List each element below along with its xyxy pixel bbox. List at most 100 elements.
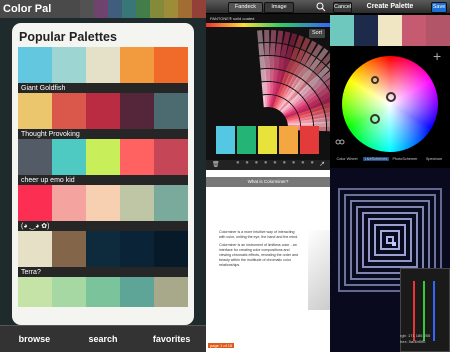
color-swatch: [154, 185, 188, 221]
stripe-segment: [178, 0, 192, 18]
palette-item[interactable]: Giant Goldfish: [18, 47, 188, 94]
stripe-segment: [164, 0, 178, 18]
palette-slot[interactable]: [378, 15, 402, 46]
palette-swatches: [18, 47, 188, 83]
doc-paragraph: Colorminer is an instrument of limitless…: [219, 243, 299, 267]
palette-slot[interactable]: [426, 15, 450, 46]
color-pal-screen: Color Pal Popular Palettes Giant Goldfis…: [0, 0, 206, 352]
stripe-segment: [80, 0, 94, 18]
color-swatch: [18, 139, 52, 175]
blue-slider[interactable]: [433, 281, 435, 341]
color-swatch: [154, 231, 188, 267]
section-title: Popular Palettes: [19, 30, 117, 44]
color-swatch: [154, 47, 188, 83]
color-swatch: [52, 93, 86, 129]
color-swatch: [86, 139, 120, 175]
color-swatch: [86, 277, 120, 307]
doc-paragraph: Colorminer is a more intuitive way of in…: [219, 230, 299, 239]
pantone-swatch[interactable]: [300, 126, 319, 154]
palette-swatches: [18, 231, 188, 267]
palette-item[interactable]: cheer up emo kid: [18, 139, 188, 186]
palette-slot[interactable]: [330, 15, 354, 46]
palette-slot[interactable]: [354, 15, 378, 46]
doc-title: What is Colorminer?: [206, 177, 330, 187]
stripe-segment: [122, 0, 136, 18]
color-swatch: [52, 47, 86, 83]
stripe-segment: [94, 0, 108, 18]
color-swatch: [120, 185, 154, 221]
color-swatch: [18, 277, 52, 307]
sort-button[interactable]: Sort: [308, 28, 326, 39]
toolbar: Cancel Create Palette Save: [330, 0, 450, 14]
color-swatch: [18, 47, 52, 83]
bottom-nav: browse search favorites: [0, 325, 206, 352]
top-stripe: [80, 0, 206, 18]
pantone-swatch[interactable]: [216, 126, 235, 154]
wheel-handle[interactable]: [371, 76, 379, 84]
wheel-handle[interactable]: [386, 92, 396, 102]
palette-row: [330, 15, 450, 46]
green-slider[interactable]: [423, 281, 425, 341]
doc-body: Colorminer is a more intuitive way of in…: [219, 230, 299, 271]
palette-slot[interactable]: [402, 15, 426, 46]
colorminer-doc: What is Colorminer? Colorminer is a more…: [206, 170, 330, 352]
create-palette-screen: Cancel Create Palette Save + Color Wheel…: [330, 0, 450, 352]
color-swatch: [120, 231, 154, 267]
live-scheme-view[interactable]: rgb: 171 186 255 hex: 5a/4bf0f0: [330, 168, 450, 352]
stripe-segment: [136, 0, 150, 18]
pantone-swatch[interactable]: [258, 126, 277, 154]
color-swatch: [154, 93, 188, 129]
color-swatch: [86, 93, 120, 129]
page-indicator: page 1 of 15: [208, 343, 235, 348]
trash-icon[interactable]: 🗑: [212, 161, 220, 168]
color-swatch: [86, 47, 120, 83]
red-slider[interactable]: [413, 281, 415, 341]
mode-tab[interactable]: Spectrum: [421, 157, 447, 161]
swatch-row: [216, 126, 319, 154]
palette-item[interactable]: Terra?: [18, 231, 188, 278]
pantone-swatch[interactable]: [279, 126, 298, 154]
mode-tab[interactable]: Color Wheel: [334, 157, 360, 161]
color-swatch: [18, 185, 52, 221]
hex-readout: hex: 5a/4bf0f0: [400, 339, 426, 344]
palette-swatches: [18, 185, 188, 221]
palette-card: Popular Palettes Giant Goldfish Thought P…: [12, 23, 194, 325]
stripe-segment: [192, 0, 206, 18]
color-swatch: [86, 185, 120, 221]
color-swatch: [86, 231, 120, 267]
favorites-button[interactable]: favorites: [137, 326, 206, 352]
color-wheel[interactable]: [342, 56, 438, 152]
cancel-button[interactable]: Cancel: [333, 2, 352, 13]
color-swatch: [52, 185, 86, 221]
color-swatch: [154, 139, 188, 175]
tab-image[interactable]: Image: [264, 2, 294, 13]
browse-button[interactable]: browse: [0, 326, 69, 352]
color-swatch: [120, 47, 154, 83]
link-icon[interactable]: [335, 137, 345, 147]
palette-swatches: [18, 93, 188, 129]
share-icon[interactable]: ↗: [319, 160, 325, 168]
color-swatch: [18, 93, 52, 129]
save-button[interactable]: Save: [431, 2, 447, 13]
wheel-handle[interactable]: [370, 114, 380, 124]
palette-swatches: [18, 139, 188, 175]
palette-item[interactable]: [18, 277, 188, 307]
mode-tab[interactable]: PhotoSchemer: [392, 157, 418, 161]
search-button[interactable]: search: [69, 326, 138, 352]
color-swatch: [120, 277, 154, 307]
page-title: Create Palette: [366, 3, 414, 10]
page-dots: 🗑 ● ● ● ● ● ● ● ● ● ↗: [206, 160, 330, 170]
color-swatch: [120, 93, 154, 129]
color-swatch: [52, 139, 86, 175]
color-swatch: [154, 277, 188, 307]
add-icon[interactable]: +: [433, 48, 441, 64]
color-swatch: [120, 139, 154, 175]
palette-item[interactable]: (◕ ‿◕ ✿): [18, 185, 188, 232]
mode-tab[interactable]: LiveSchemes: [363, 157, 389, 161]
palette-item[interactable]: Thought Provoking: [18, 93, 188, 140]
search-icon[interactable]: [316, 2, 326, 12]
stripe-segment: [108, 0, 122, 18]
pantone-swatch[interactable]: [237, 126, 256, 154]
tab-fandeck[interactable]: Fandeck: [228, 2, 263, 13]
page-curl[interactable]: [308, 230, 330, 310]
